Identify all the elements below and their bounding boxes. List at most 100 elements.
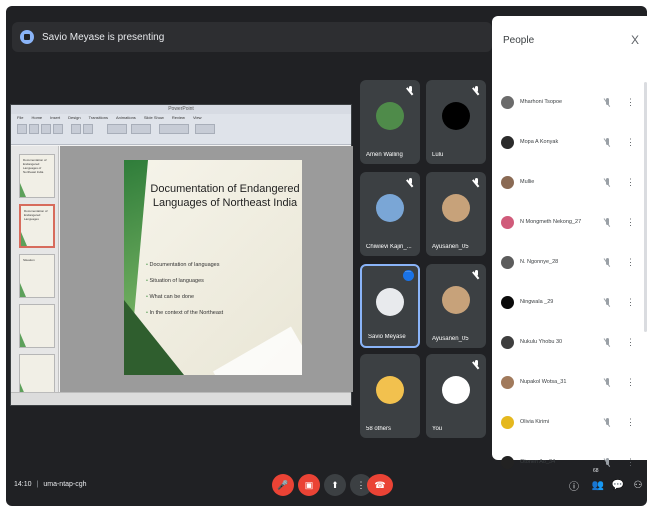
participant-row[interactable]: Olivia Kirimi ⋮: [492, 402, 643, 442]
participant-row[interactable]: N Mongmeth Nekong_27 ⋮: [492, 202, 643, 242]
participant-row[interactable]: N. Ngonnye_28 ⋮: [492, 242, 643, 282]
more-options-icon[interactable]: ⋮: [626, 138, 635, 147]
avatar: [501, 135, 514, 149]
avatar: [501, 335, 514, 349]
mic-off-icon[interactable]: [604, 138, 612, 146]
mic-off-icon: [474, 178, 480, 186]
camera-toggle-button[interactable]: ▣: [298, 474, 320, 496]
more-options-icon[interactable]: ⋮: [626, 418, 635, 427]
people-list: Mharhoni Tsopoe ⋮ Mopa A Konyak ⋮ Mullie ⋮ N M…: [492, 82, 643, 482]
avatar: [376, 288, 404, 316]
more-options-icon[interactable]: ⋮: [626, 458, 635, 467]
participant-name: Ayusanen_05: [432, 336, 469, 342]
avatar: [501, 95, 514, 109]
others-tile[interactable]: 58 others: [360, 354, 420, 438]
slide-canvas: Documentation of Endangered Languages of…: [60, 146, 353, 392]
avatar: [501, 455, 514, 469]
more-options-icon[interactable]: ⋮: [626, 218, 635, 227]
participant-row[interactable]: Ningwala _29 ⋮: [492, 282, 643, 322]
ppt-tab: Home: [31, 115, 43, 120]
slide-thumbnail: [19, 304, 55, 348]
ppt-tool-icon: [159, 124, 189, 134]
avatar: [442, 102, 470, 130]
mic-off-icon[interactable]: [604, 178, 612, 186]
participant-tile[interactable]: Amen Walling: [360, 80, 420, 164]
more-options-icon[interactable]: ⋮: [626, 298, 635, 307]
present-icon: [20, 30, 34, 44]
ppt-tool-icon: [131, 124, 151, 134]
ppt-window-title: PowerPoint: [11, 105, 351, 114]
participant-tile-active[interactable]: Savio Meyase: [360, 264, 420, 348]
mic-off-icon[interactable]: [604, 218, 612, 226]
mic-off-icon: [474, 270, 480, 278]
participant-row[interactable]: Nukulu Yhobu 30 ⋮: [492, 322, 643, 362]
participant-name: Ayusanen_05: [432, 244, 469, 250]
slide-bullet: In the context of the Northeast: [146, 310, 223, 316]
participant-tile[interactable]: Ayusanen_05: [426, 172, 486, 256]
ppt-tool-icon: [53, 124, 63, 134]
avatar: [501, 255, 514, 269]
participant-name: Nukulu Yhobu 30: [520, 339, 563, 345]
participant-row[interactable]: Otonen Ao_34 ⋮: [492, 442, 643, 482]
participant-name: Mharhoni Tsopoe: [520, 99, 563, 105]
info-icon[interactable]: ⓘ: [567, 478, 581, 493]
more-options-icon[interactable]: ⋮: [626, 338, 635, 347]
mic-off-icon[interactable]: [604, 298, 612, 306]
mic-off-icon: [474, 86, 480, 94]
more-options-icon[interactable]: ⋮: [626, 98, 635, 107]
mic-off-icon[interactable]: [604, 98, 612, 106]
slide-bullet: Situation of languages: [146, 278, 223, 284]
meeting-info: 14:10 | uma-ntap-cgh: [14, 481, 87, 488]
slide-thumbnail: Documentation of Endangered Languages: [19, 204, 55, 248]
mic-off-icon: 🎤: [277, 479, 289, 490]
participant-row[interactable]: Mullie ⋮: [492, 162, 643, 202]
avatar: [442, 194, 470, 222]
participant-name: Mullie: [520, 179, 535, 185]
presenting-banner: Savio Meyase is presenting: [12, 22, 492, 52]
participant-row[interactable]: Mopa A Konyak ⋮: [492, 122, 643, 162]
mic-off-icon[interactable]: [604, 418, 612, 426]
avatar: [501, 415, 514, 429]
activities-icon[interactable]: ⚇: [631, 478, 645, 492]
ppt-tool-icon: [107, 124, 127, 134]
participant-tile[interactable]: Chiwievi Kajiri_...: [360, 172, 420, 256]
avatar: [501, 215, 514, 229]
current-slide: Documentation of Endangered Languages of…: [124, 160, 302, 375]
mic-off-icon[interactable]: [604, 458, 612, 466]
ppt-tool-icon: [83, 124, 93, 134]
shared-screen: PowerPoint File Home Insert Design Trans…: [10, 104, 353, 406]
ppt-tab: Design: [68, 115, 81, 120]
self-tile[interactable]: You: [426, 354, 486, 438]
slide-thumbnail: Documentation of Endangered Languages of…: [19, 154, 55, 198]
present-now-button[interactable]: ⬆: [324, 474, 346, 496]
meet-window: Savio Meyase is presenting PowerPoint Fi…: [0, 0, 649, 509]
more-options-icon[interactable]: ⋮: [626, 258, 635, 267]
mic-toggle-button[interactable]: 🎤: [272, 474, 294, 496]
ppt-tab: Transitions: [88, 115, 109, 120]
participant-name: Chiwievi Kajiri_...: [366, 244, 412, 250]
mic-off-icon: [408, 86, 414, 94]
mic-off-icon[interactable]: [604, 378, 612, 386]
more-options-icon[interactable]: ⋮: [626, 178, 635, 187]
participant-name: Mopa A Konyak: [520, 139, 559, 145]
participant-row[interactable]: Mharhoni Tsopoe ⋮: [492, 82, 643, 122]
mic-off-icon[interactable]: [604, 338, 612, 346]
more-options-icon[interactable]: ⋮: [626, 378, 635, 387]
people-scrollbar[interactable]: [644, 82, 647, 332]
participant-name: N. Ngonnye_28: [520, 259, 559, 265]
others-count: 58 others: [366, 426, 392, 432]
participant-tile[interactable]: Lulu: [426, 80, 486, 164]
people-icon[interactable]: 👥: [591, 478, 605, 492]
participant-name: Nupakol Wotsa_31: [520, 379, 567, 385]
chat-icon[interactable]: 💬: [611, 478, 625, 492]
ppt-ribbon: PowerPoint File Home Insert Design Trans…: [11, 105, 351, 145]
ppt-tool-icon: [29, 124, 39, 134]
close-icon[interactable]: X: [631, 33, 639, 47]
participant-tile[interactable]: Ayusanen_05: [426, 264, 486, 348]
end-call-button[interactable]: ☎: [367, 474, 393, 496]
meeting-code: uma-ntap-cgh: [43, 481, 87, 488]
meeting-info-separator: |: [36, 481, 39, 488]
mic-off-icon[interactable]: [604, 258, 612, 266]
slide-title: Documentation of Endangered Languages of…: [150, 183, 300, 209]
participant-row[interactable]: Nupakol Wotsa_31 ⋮: [492, 362, 643, 402]
